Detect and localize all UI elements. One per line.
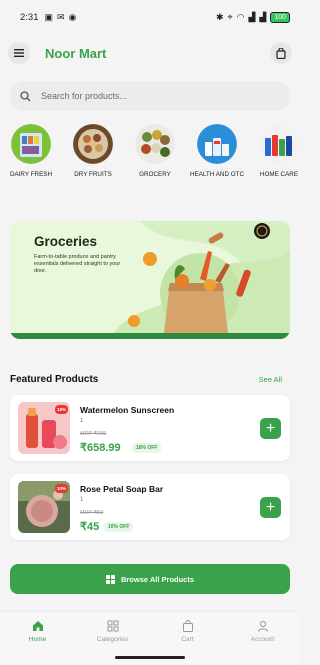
product-image: 10%	[18, 481, 70, 533]
category-label: DAIRY FRESH	[9, 171, 53, 178]
discount-tag: 10% OFF	[104, 522, 134, 532]
search-icon	[20, 90, 31, 101]
product-price: ₹45	[80, 521, 100, 533]
menu-icon	[14, 49, 24, 57]
product-mrp: MRP ₹50	[80, 510, 104, 516]
nav-label: Home	[28, 636, 47, 643]
brand-title: Noor Mart	[45, 45, 107, 61]
dairy-fresh-image	[11, 124, 51, 164]
category-label: GROCERY	[139, 171, 171, 178]
product-image: 18%	[18, 402, 70, 454]
home-care-image	[259, 124, 299, 164]
banner-title: Groceries	[34, 234, 98, 249]
product-mrp: MRP ₹799	[80, 431, 107, 437]
product-qty: 1	[80, 418, 84, 424]
category-dry-fruits[interactable]: DRY FRUITS	[62, 124, 124, 194]
signal-icon: ▟	[248, 11, 256, 22]
dry-fruits-image	[73, 124, 113, 164]
product-name: Rose Petal Soap Bar	[80, 484, 164, 494]
health-otc-image	[197, 124, 237, 164]
grid-icon	[105, 574, 115, 584]
product-price: ₹658.99	[80, 442, 121, 454]
bluetooth-icon: ✱	[215, 11, 224, 22]
category-health-otc[interactable]: HEALTH AND OTC	[186, 124, 248, 194]
menu-button[interactable]	[8, 42, 30, 64]
app-header: Noor Mart	[0, 34, 300, 72]
plus-icon: +	[265, 498, 276, 516]
category-home-care[interactable]: HOME CARE	[248, 124, 300, 194]
featured-title: Featured Products	[10, 374, 99, 385]
home-icon	[32, 621, 43, 631]
category-strip[interactable]: DAIRY FRESH DRY FRUITS GROCERY HEALTH AN…	[0, 124, 300, 194]
grocery-image	[135, 124, 175, 164]
cart-header-button[interactable]	[270, 42, 292, 64]
battery-indicator: 100	[270, 11, 290, 23]
shopping-bag-icon	[276, 47, 286, 59]
nav-label: Account	[250, 636, 275, 643]
category-label: HEALTH AND OTC	[189, 171, 245, 178]
notification-icon: ▣	[44, 11, 54, 22]
status-time: 2:31	[20, 11, 39, 23]
bottom-navigation: Home Categories Cart Account	[0, 611, 300, 665]
featured-header: Featured Products See All	[10, 374, 282, 385]
home-indicator	[115, 656, 185, 659]
app-icon: ◉	[68, 11, 77, 22]
add-to-cart-button[interactable]: +	[260, 497, 281, 518]
account-icon	[257, 620, 268, 632]
location-icon: ⌖	[227, 11, 233, 22]
category-label: DRY FRUITS	[74, 171, 112, 178]
cart-icon	[182, 620, 193, 632]
category-grocery[interactable]: GROCERY	[124, 124, 186, 194]
add-to-cart-button[interactable]: +	[260, 418, 281, 439]
product-name: Watermelon Sunscreen	[80, 405, 175, 415]
browse-all-products-button[interactable]: Browse All Products	[10, 564, 290, 594]
category-label: HOME CARE	[259, 171, 299, 178]
promo-banner[interactable]: Groceries Farm-to-table produce and pant…	[10, 221, 290, 339]
plus-icon: +	[265, 419, 276, 437]
categories-icon	[107, 620, 118, 632]
search-bar[interactable]	[10, 81, 290, 111]
signal-icon-2: ▟	[259, 11, 267, 22]
status-bar: 2:31 ▣ ✉ ◉ ✱ ⌖ ◠ ▟ ▟ 100	[0, 0, 300, 34]
discount-badge: 10%	[54, 484, 68, 493]
nav-label: Cart	[181, 636, 194, 643]
see-all-link[interactable]: See All	[259, 375, 282, 384]
discount-tag: 18% OFF	[132, 443, 162, 453]
discount-badge: 18%	[54, 405, 68, 414]
nav-account[interactable]: Account	[225, 612, 300, 665]
browse-button-label: Browse All Products	[120, 574, 195, 584]
product-qty: 1	[80, 497, 84, 503]
category-dairy-fresh[interactable]: DAIRY FRESH	[0, 124, 62, 194]
mail-icon: ✉	[57, 11, 65, 22]
nav-label: Categories	[96, 636, 129, 643]
wifi-icon: ◠	[236, 11, 245, 22]
product-card[interactable]: 10% Rose Petal Soap Bar 1 MRP ₹50 ₹45 10…	[10, 474, 290, 540]
banner-subtitle: Farm-to-table produce and pantry essenti…	[34, 254, 121, 275]
search-input[interactable]	[41, 91, 261, 101]
nav-home[interactable]: Home	[0, 612, 75, 665]
product-card[interactable]: 18% Watermelon Sunscreen 1 MRP ₹799 ₹658…	[10, 395, 290, 461]
